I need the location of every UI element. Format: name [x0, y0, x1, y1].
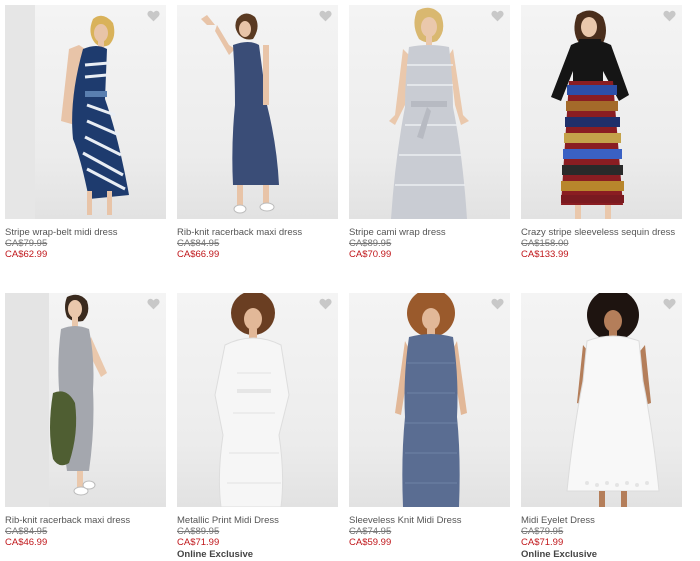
- sale-price: CA$133.99: [521, 249, 569, 260]
- online-exclusive-badge: Online Exclusive: [521, 549, 598, 560]
- product-name-link[interactable]: Rib-knit racerback maxi dress: [177, 227, 338, 238]
- product-card[interactable]: Sleeveless Knit Midi Dress CA$74.95 CA$5…: [349, 293, 510, 548]
- product-name-link[interactable]: Stripe wrap-belt midi dress: [5, 227, 166, 238]
- product-name-link[interactable]: Midi Eyelet Dress: [521, 515, 682, 526]
- original-price: CA$79.95: [521, 526, 564, 537]
- product-name-link[interactable]: Stripe cami wrap dress: [349, 227, 510, 238]
- product-card[interactable]: Rib-knit racerback maxi dress CA$84.95 C…: [5, 293, 166, 548]
- original-price: CA$158.00: [521, 238, 569, 249]
- product-card[interactable]: Midi Eyelet Dress CA$79.95 CA$71.99 Onli…: [521, 293, 682, 561]
- product-image[interactable]: [521, 5, 682, 219]
- woman-grey-maxi-dress-photo: [5, 293, 107, 507]
- product-name-link[interactable]: Crazy stripe sleeveless sequin dress: [521, 227, 682, 238]
- product-card[interactable]: Stripe wrap-belt midi dress CA$79.95 CA$…: [5, 5, 166, 260]
- product-card[interactable]: Metallic Print Midi Dress CA$89.95 CA$71…: [177, 293, 338, 561]
- product-grid: Stripe wrap-belt midi dress CA$79.95 CA$…: [0, 0, 700, 561]
- woman-sequin-dress-photo: [551, 10, 629, 219]
- product-image[interactable]: [177, 5, 338, 219]
- sale-price: CA$70.99: [349, 249, 392, 260]
- sale-price: CA$62.99: [5, 249, 48, 260]
- product-image[interactable]: [349, 293, 510, 507]
- heart-icon[interactable]: [147, 10, 160, 22]
- woman-white-eyelet-dress-photo: [566, 293, 660, 507]
- woman-white-midi-dress-photo: [214, 293, 290, 507]
- heart-icon[interactable]: [319, 10, 332, 22]
- product-card[interactable]: Rib-knit racerback maxi dress CA$84.95 C…: [177, 5, 338, 260]
- heart-icon[interactable]: [319, 298, 332, 310]
- heart-icon[interactable]: [491, 298, 504, 310]
- original-price: CA$89.95: [349, 238, 392, 249]
- heart-icon[interactable]: [147, 298, 160, 310]
- product-image[interactable]: [5, 5, 166, 219]
- original-price: CA$74.95: [349, 526, 392, 537]
- product-image[interactable]: [5, 293, 166, 507]
- original-price: CA$84.95: [177, 238, 220, 249]
- product-name-link[interactable]: Sleeveless Knit Midi Dress: [349, 515, 510, 526]
- original-price: CA$79.95: [5, 238, 48, 249]
- product-image[interactable]: [521, 293, 682, 507]
- product-card[interactable]: Stripe cami wrap dress CA$89.95 CA$70.99: [349, 5, 510, 260]
- woman-striped-wrap-dress-photo: [5, 5, 129, 219]
- woman-grey-cami-dress-photo: [389, 7, 469, 219]
- heart-icon[interactable]: [663, 10, 676, 22]
- product-image[interactable]: [177, 293, 338, 507]
- sale-price: CA$71.99: [521, 537, 564, 548]
- sale-price: CA$59.99: [349, 537, 392, 548]
- product-name-link[interactable]: Metallic Print Midi Dress: [177, 515, 338, 526]
- woman-blue-knit-dress-photo: [395, 293, 467, 507]
- product-card[interactable]: Crazy stripe sleeveless sequin dress CA$…: [521, 5, 682, 260]
- product-image[interactable]: [349, 5, 510, 219]
- product-name-link[interactable]: Rib-knit racerback maxi dress: [5, 515, 166, 526]
- sale-price: CA$66.99: [177, 249, 220, 260]
- online-exclusive-badge: Online Exclusive: [177, 549, 254, 560]
- woman-navy-maxi-dress-photo: [201, 13, 279, 214]
- original-price: CA$89.95: [177, 526, 220, 537]
- sale-price: CA$71.99: [177, 537, 220, 548]
- sale-price: CA$46.99: [5, 537, 48, 548]
- original-price: CA$84.95: [5, 526, 48, 537]
- heart-icon[interactable]: [491, 10, 504, 22]
- heart-icon[interactable]: [663, 298, 676, 310]
